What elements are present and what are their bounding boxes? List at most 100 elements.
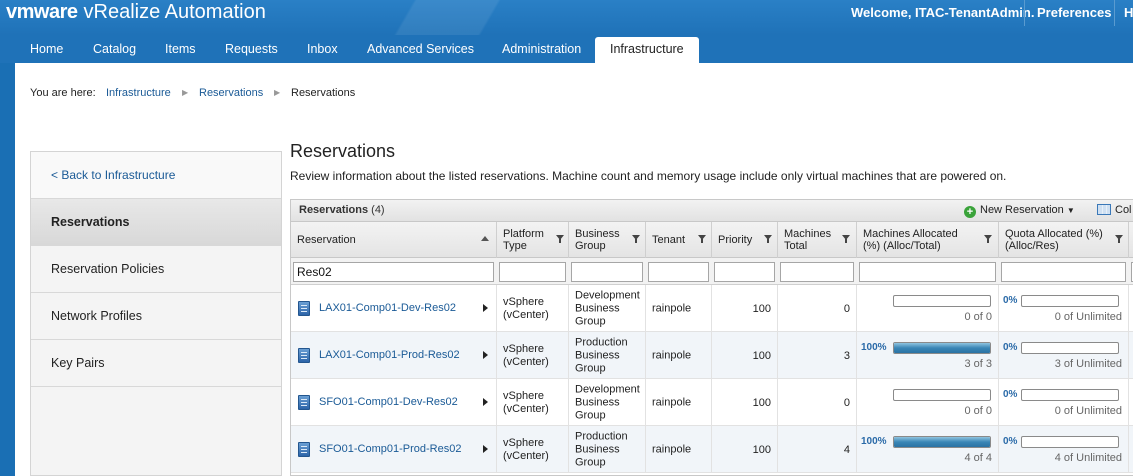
machines-allocated-text: 4 of 4 <box>964 452 992 464</box>
help-link[interactable]: H <box>1124 5 1133 20</box>
business-group-text: Production Business Group <box>575 336 628 374</box>
header-priority[interactable]: Priority <box>712 222 778 258</box>
machines-allocated-progress-bar <box>893 436 991 448</box>
side-menu: < Back to Infrastructure Reservations Re… <box>30 151 282 476</box>
nav-advanced-services[interactable]: Advanced Services <box>367 35 474 63</box>
reservation-link[interactable]: SFO01-Comp01-Prod-Res02 <box>319 443 461 455</box>
priority-value: 100 <box>752 396 771 409</box>
sidebar-item-reservations[interactable]: Reservations <box>31 199 281 246</box>
row-actions-arrow-icon[interactable] <box>483 304 488 312</box>
grid-title-text: Reservations <box>299 204 369 216</box>
cell-machines-allocated: 0 of 0 <box>857 285 999 332</box>
machines-allocated-text: 3 of 3 <box>964 358 992 370</box>
cell-reservation: SFO01-Comp01-Prod-Res02 <box>291 426 497 473</box>
cell-platform: vSphere (vCenter) <box>497 285 569 332</box>
nav-home[interactable]: Home <box>30 35 63 63</box>
table-row[interactable]: SFO01-Comp01-Prod-Res02 vSphere (vCenter)… <box>291 426 1133 473</box>
filter-reservation-input[interactable] <box>293 262 494 282</box>
reservation-icon <box>298 442 310 457</box>
preferences-link[interactable]: Preferences <box>1037 5 1111 20</box>
machines-allocated-progress-bar <box>893 295 991 307</box>
machines-allocated-progress-bar <box>893 342 991 354</box>
quota-allocated-percent: 0% <box>1003 436 1018 447</box>
new-reservation-button[interactable]: + New Reservation ▼ <box>964 204 1075 218</box>
columns-icon <box>1097 204 1111 215</box>
filter-icon[interactable] <box>842 235 850 243</box>
cell-machines-total: 3 <box>778 332 857 379</box>
tenant-text: rainpole <box>652 443 692 455</box>
cell-priority: 100 <box>712 285 778 332</box>
columns-button[interactable]: Col <box>1097 204 1132 216</box>
grid-count: (4) <box>371 204 385 216</box>
nav-requests[interactable]: Requests <box>225 35 278 63</box>
header-platform-type[interactable]: Platform Type <box>497 222 569 258</box>
sidebar-item-key-pairs[interactable]: Key Pairs <box>31 340 281 387</box>
header-machines-allocated[interactable]: Machines Allocated (%) (Alloc/Total) <box>857 222 999 258</box>
tenant-text: rainpole <box>652 302 692 314</box>
filter-icon[interactable] <box>764 235 772 243</box>
quota-allocated-percent: 0% <box>1003 295 1018 306</box>
cell-tenant: rainpole <box>646 379 712 426</box>
table-row[interactable]: LAX01-Comp01-Dev-Res02 vSphere (vCenter) D… <box>291 285 1133 332</box>
breadcrumb-separator-icon: ▶ <box>182 88 189 97</box>
reservation-link[interactable]: SFO01-Comp01-Dev-Res02 <box>319 396 458 408</box>
filter-icon[interactable] <box>984 235 992 243</box>
filter-platform-input[interactable] <box>499 262 566 282</box>
header-tenant[interactable]: Tenant <box>646 222 712 258</box>
grid-title: Reservations (4) <box>299 204 385 216</box>
table-row[interactable]: LAX01-Comp01-Prod-Res02 vSphere (vCenter)… <box>291 332 1133 379</box>
progress-fill <box>894 437 990 447</box>
filter-quota-allocated-input[interactable] <box>1001 262 1126 282</box>
nav-inbox[interactable]: Inbox <box>307 35 338 63</box>
cell-quota-allocated: 0% 0 of Unlimited <box>999 285 1129 332</box>
quota-allocated-percent: 0% <box>1003 389 1018 400</box>
machines-allocated-percent: 100% <box>861 436 887 447</box>
nav-infrastructure[interactable]: Infrastructure <box>595 37 699 63</box>
filter-icon[interactable] <box>698 235 706 243</box>
sidebar-item-reservation-policies[interactable]: Reservation Policies <box>31 246 281 293</box>
sort-ascending-icon[interactable] <box>481 236 489 241</box>
filter-business-group-input[interactable] <box>571 262 643 282</box>
cell-business-group: Development Business Group <box>569 379 646 426</box>
header-quota-allocated[interactable]: Quota Allocated (%) (Alloc/Res) <box>999 222 1129 258</box>
row-actions-arrow-icon[interactable] <box>483 445 488 453</box>
back-to-infrastructure-link[interactable]: < Back to Infrastructure <box>31 152 281 199</box>
machines-total-value: 0 <box>843 396 850 409</box>
filter-tenant-input[interactable] <box>648 262 709 282</box>
filter-machines-allocated-input[interactable] <box>859 262 996 282</box>
row-actions-arrow-icon[interactable] <box>483 351 488 359</box>
reservation-link[interactable]: LAX01-Comp01-Dev-Res02 <box>319 302 456 314</box>
product-name: vRealize Automation <box>83 1 266 23</box>
header-machines-total[interactable]: Machines Total <box>778 222 857 258</box>
row-actions-arrow-icon[interactable] <box>483 398 488 406</box>
nav-items[interactable]: Items <box>165 35 196 63</box>
cell-machines-allocated: 0 of 0 <box>857 379 999 426</box>
quota-allocated-text: 0 of Unlimited <box>1054 311 1122 323</box>
filter-priority-input[interactable] <box>714 262 775 282</box>
cell-business-group: Development Business Group <box>569 285 646 332</box>
cell-quota-allocated: 0% 0 of Unlimited <box>999 379 1129 426</box>
cell-quota-allocated: 0% 3 of Unlimited <box>999 332 1129 379</box>
reservation-link[interactable]: LAX01-Comp01-Prod-Res02 <box>319 349 460 361</box>
breadcrumb-infrastructure[interactable]: Infrastructure <box>106 87 171 99</box>
grid-toolbar: Reservations (4) + New Reservation ▼ Col <box>291 200 1133 222</box>
business-group-text: Development Business Group <box>575 383 640 421</box>
filter-icon[interactable] <box>556 235 564 243</box>
table-row[interactable]: SFO01-Comp01-Dev-Res02 vSphere (vCenter) D… <box>291 379 1133 426</box>
breadcrumb-reservations[interactable]: Reservations <box>199 87 263 99</box>
tenant-text: rainpole <box>652 396 692 408</box>
grid-header-row: Reservation Platform Type Business Group… <box>291 222 1133 258</box>
reservation-icon <box>298 301 310 316</box>
filter-machines-total-input[interactable] <box>780 262 854 282</box>
quota-allocated-progress-bar <box>1021 295 1119 307</box>
filter-icon[interactable] <box>1115 235 1123 243</box>
header-label: Quota Allocated (%) (Alloc/Res) <box>1005 228 1103 252</box>
header-label: Priority <box>718 234 753 246</box>
filter-icon[interactable] <box>632 235 640 243</box>
cell-quota-allocated: 0% 4 of Unlimited <box>999 426 1129 473</box>
nav-catalog[interactable]: Catalog <box>93 35 136 63</box>
header-business-group[interactable]: Business Group <box>569 222 646 258</box>
nav-administration[interactable]: Administration <box>502 35 581 63</box>
sidebar-item-network-profiles[interactable]: Network Profiles <box>31 293 281 340</box>
header-reservation[interactable]: Reservation <box>291 222 497 258</box>
